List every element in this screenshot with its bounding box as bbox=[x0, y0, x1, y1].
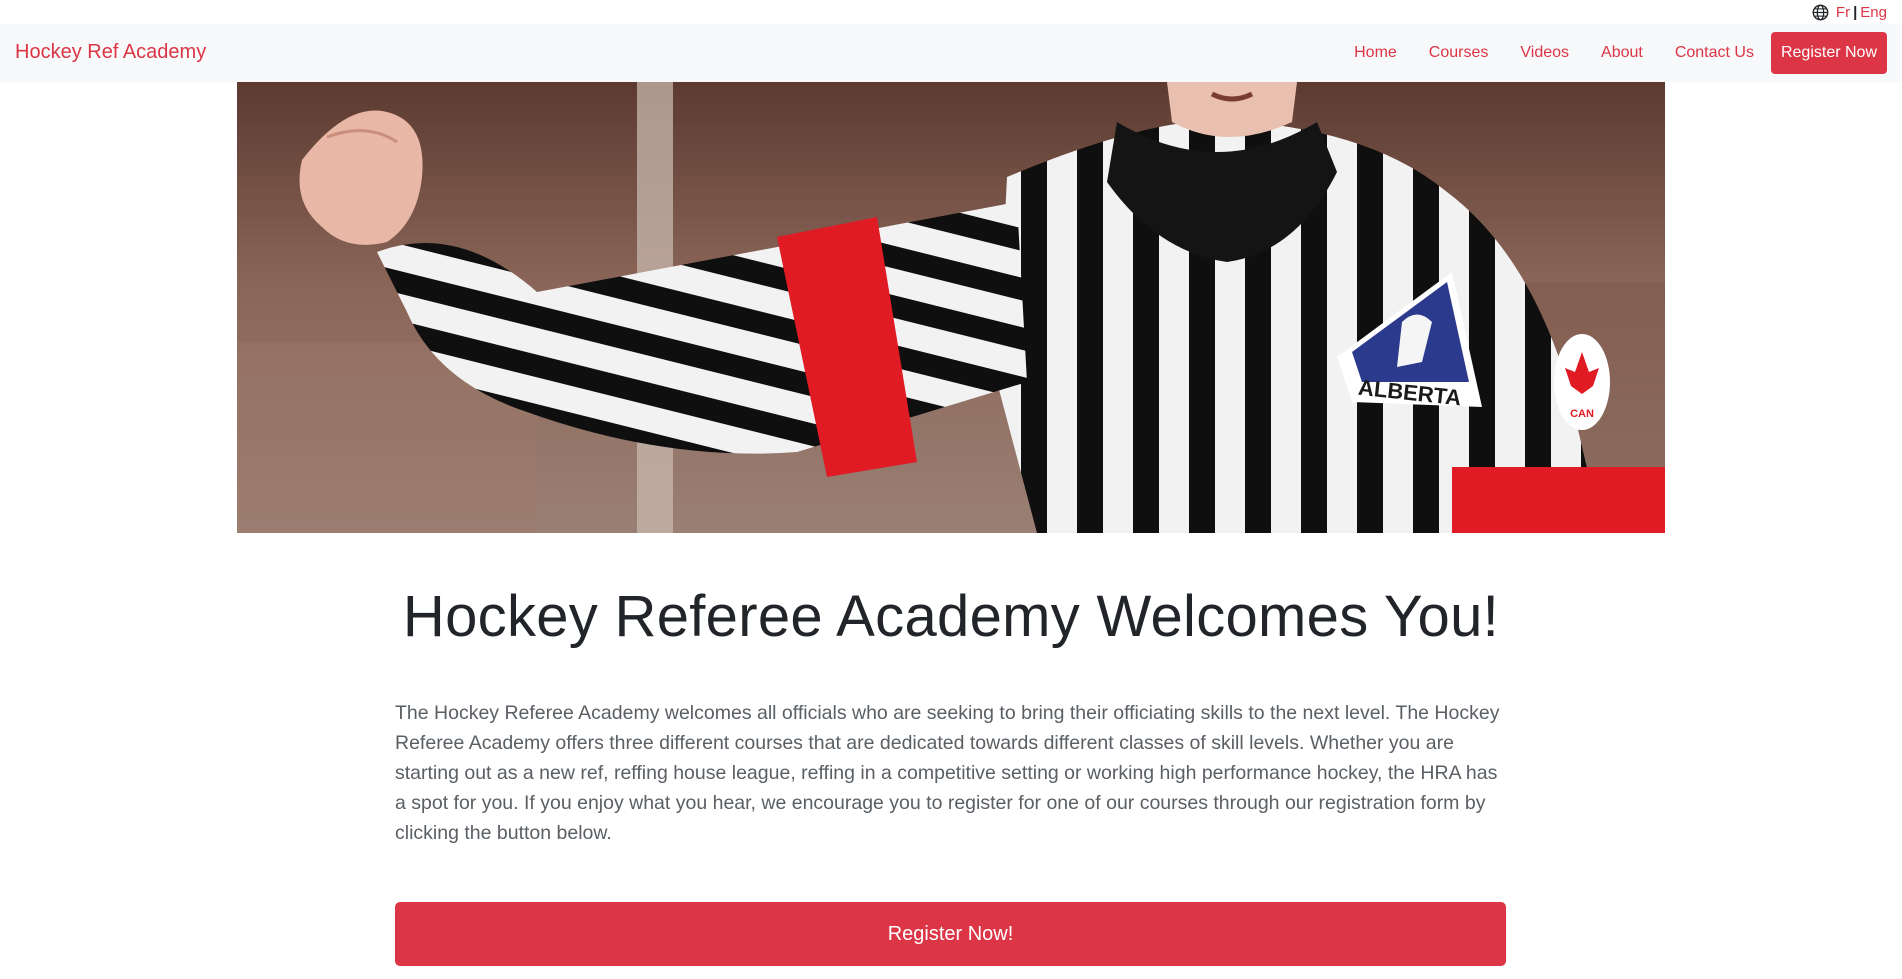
brand-link[interactable]: Hockey Ref Academy bbox=[15, 41, 206, 64]
language-bar: Fr | Eng bbox=[0, 0, 1902, 24]
navbar: Hockey Ref Academy Home Courses Videos A… bbox=[0, 24, 1902, 82]
svg-text:CAN: CAN bbox=[1570, 408, 1594, 420]
register-now-button[interactable]: Register Now! bbox=[395, 902, 1506, 966]
nav-videos[interactable]: Videos bbox=[1504, 32, 1585, 74]
nav-home[interactable]: Home bbox=[1338, 32, 1413, 74]
language-switcher: Fr | Eng bbox=[1812, 4, 1887, 21]
globe-icon bbox=[1812, 4, 1829, 21]
nav-register-button[interactable]: Register Now bbox=[1770, 32, 1887, 74]
nav-contact-us[interactable]: Contact Us bbox=[1659, 32, 1770, 74]
lang-fr-link[interactable]: Fr bbox=[1836, 4, 1850, 21]
nav-links: Home Courses Videos About Contact Us Reg… bbox=[1338, 32, 1887, 74]
nav-about[interactable]: About bbox=[1585, 32, 1659, 74]
lang-eng-link[interactable]: Eng bbox=[1860, 4, 1887, 21]
intro-paragraph: The Hockey Referee Academy welcomes all … bbox=[395, 702, 1500, 844]
hockey-canada-patch: CAN bbox=[1554, 334, 1610, 430]
lang-separator: | bbox=[1853, 4, 1858, 21]
page-title: Hockey Referee Academy Welcomes You! bbox=[402, 584, 1500, 649]
nav-courses[interactable]: Courses bbox=[1413, 32, 1505, 74]
hero-image: ALBERTA CAN bbox=[237, 82, 1665, 533]
